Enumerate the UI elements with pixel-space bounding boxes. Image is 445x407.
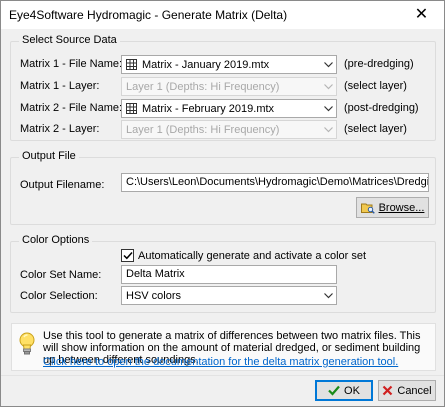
ok-button-label: OK bbox=[344, 384, 360, 397]
auto-color-checkbox[interactable] bbox=[121, 249, 134, 262]
matrix2-layer-hint: (select layer) bbox=[344, 123, 407, 135]
dialog-window: Eye4Software Hydromagic - Generate Matri… bbox=[0, 0, 445, 407]
color-selection-select[interactable]: HSV colors bbox=[121, 286, 337, 305]
matrix2-layer-label: Matrix 2 - Layer: bbox=[20, 123, 100, 135]
matrix1-layer-label: Matrix 1 - Layer: bbox=[20, 80, 100, 92]
close-icon[interactable]: ✕ bbox=[399, 1, 444, 29]
cancel-button-label: Cancel bbox=[397, 384, 432, 397]
lightbulb-icon bbox=[19, 332, 35, 355]
output-file-group-label: Output File bbox=[19, 150, 79, 162]
auto-color-checkbox-label[interactable]: Automatically generate and activate a co… bbox=[138, 250, 366, 262]
matrix1-layer-hint: (select layer) bbox=[344, 80, 407, 92]
chevron-down-icon[interactable] bbox=[320, 121, 336, 138]
color-options-group-label: Color Options bbox=[19, 234, 93, 246]
output-filename-input[interactable]: C:\Users\Leon\Documents\Hydromagic\Demo\… bbox=[121, 173, 429, 192]
browse-button-label: Browse... bbox=[378, 201, 425, 214]
bottom-separator bbox=[1, 375, 444, 376]
color-set-name-label: Color Set Name: bbox=[20, 269, 102, 281]
matrix1-layer-select[interactable]: Layer 1 (Depths: Hi Frequency) bbox=[121, 77, 337, 96]
output-filename-label: Output Filename: bbox=[20, 179, 105, 191]
matrix2-file-label: Matrix 2 - File Name: bbox=[20, 102, 123, 114]
matrix2-file-select[interactable]: Matrix - February 2019.mtx bbox=[121, 99, 337, 118]
documentation-link[interactable]: Click here to open the documentation for… bbox=[43, 356, 398, 368]
source-data-group-label: Select Source Data bbox=[19, 34, 120, 46]
folder-search-icon bbox=[360, 203, 375, 214]
matrix1-layer-value: Layer 1 (Depths: Hi Frequency) bbox=[126, 80, 280, 93]
matrix2-layer-select[interactable]: Layer 1 (Depths: Hi Frequency) bbox=[121, 120, 337, 139]
matrix-file-icon bbox=[126, 103, 137, 114]
matrix2-layer-value: Layer 1 (Depths: Hi Frequency) bbox=[126, 123, 280, 136]
ok-button[interactable]: OK bbox=[315, 380, 373, 401]
info-panel: Use this tool to generate a matrix of di… bbox=[11, 323, 436, 371]
matrix2-file-hint: (post-dredging) bbox=[344, 102, 419, 114]
color-set-name-input[interactable]: Delta Matrix bbox=[121, 265, 337, 284]
matrix1-file-select[interactable]: Matrix - January 2019.mtx bbox=[121, 55, 337, 74]
matrix2-file-value: Matrix - February 2019.mtx bbox=[142, 102, 275, 115]
window-title: Eye4Software Hydromagic - Generate Matri… bbox=[9, 8, 288, 22]
chevron-down-icon[interactable] bbox=[320, 56, 336, 73]
chevron-down-icon[interactable] bbox=[320, 78, 336, 95]
cancel-button[interactable]: Cancel bbox=[378, 380, 436, 401]
color-selection-label: Color Selection: bbox=[20, 290, 98, 302]
title-bar: Eye4Software Hydromagic - Generate Matri… bbox=[1, 1, 444, 29]
matrix1-file-hint: (pre-dredging) bbox=[344, 58, 414, 70]
browse-button[interactable]: Browse... bbox=[356, 197, 429, 218]
color-selection-value: HSV colors bbox=[126, 289, 182, 302]
checkmark-icon bbox=[123, 251, 133, 260]
matrix-file-icon bbox=[126, 59, 137, 70]
chevron-down-icon[interactable] bbox=[320, 100, 336, 117]
matrix1-file-value: Matrix - January 2019.mtx bbox=[142, 58, 270, 71]
matrix1-file-label: Matrix 1 - File Name: bbox=[20, 58, 123, 70]
check-icon bbox=[328, 385, 340, 396]
cancel-x-icon bbox=[383, 385, 393, 396]
chevron-down-icon[interactable] bbox=[320, 287, 336, 304]
